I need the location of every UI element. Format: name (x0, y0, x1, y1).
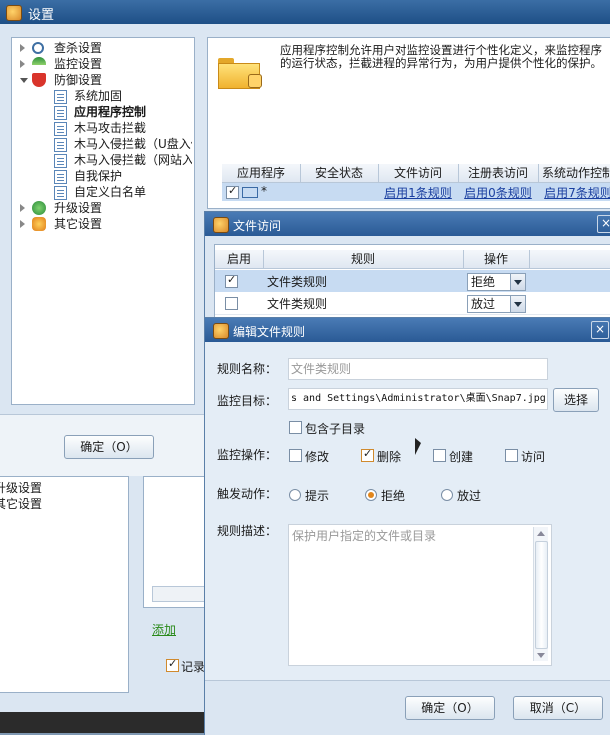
expand-arrow-icon[interactable] (20, 204, 25, 212)
app-shield-icon (213, 217, 229, 233)
folder-icon (218, 54, 262, 89)
rule-action-select[interactable]: 放过 (467, 295, 526, 313)
op-access-checkbox[interactable] (505, 449, 518, 462)
add-link[interactable]: 添加 (152, 621, 176, 638)
tree-item-trojan-web[interactable]: 木马入侵拦截（网站入侵 (54, 152, 192, 168)
tree-item-trojan-usb[interactable]: 木马入侵拦截（U盘入侵 (54, 136, 192, 152)
rule-name-input[interactable]: 文件类规则 (288, 358, 548, 380)
main-window-title: 设置 (28, 8, 55, 23)
rule-description-textarea[interactable]: 保护用户指定的文件或目录 (288, 524, 552, 666)
close-icon[interactable]: × (591, 321, 609, 339)
ok-button[interactable]: 确定（O） (405, 696, 495, 720)
rule-action-select[interactable]: 拒绝 (467, 273, 526, 291)
collapse-arrow-icon[interactable] (20, 78, 28, 83)
edit-file-rule-dialog: 编辑文件规则 × 规则名称： 文件类规则 监控目标： s and Setting… (204, 317, 610, 735)
document-icon (54, 138, 67, 152)
vertical-scrollbar[interactable] (533, 527, 548, 661)
edit-dialog-titlebar[interactable]: 编辑文件规则 × (205, 318, 610, 342)
file-access-rules-link[interactable]: 启用1条规则 (378, 184, 458, 201)
app-control-description: 应用程序控制允许用户对监控设置进行个性化定义，来监控程序的运行状态，拦截进程的异… (280, 43, 602, 70)
monitor-target-input[interactable]: s and Settings\Administrator\桌面\Snap7.jp… (288, 388, 548, 410)
document-icon (54, 106, 67, 120)
expand-arrow-icon[interactable] (20, 44, 25, 52)
umbrella-icon (32, 57, 46, 65)
trigger-allow-radio[interactable] (441, 489, 453, 501)
main-confirm-button[interactable]: 确定（O） (64, 435, 154, 459)
document-icon (54, 90, 67, 104)
row-enable-checkbox[interactable] (226, 184, 239, 199)
document-icon (54, 122, 67, 136)
background-bottom-bar (0, 712, 205, 733)
op-modify-checkbox[interactable] (289, 449, 302, 462)
registry-rules-link[interactable]: 启用0条规则 (458, 184, 538, 201)
system-action-rules-link[interactable]: 启用7条规则 (538, 184, 610, 201)
app-shield-icon (213, 323, 229, 339)
rule-enable-checkbox[interactable] (225, 273, 238, 288)
globe-icon (32, 201, 46, 215)
settings-tree[interactable]: 查杀设置 监控设置 防御设置 系统加固 应用程序控制 木马攻击拦截 木马入侵拦截… (11, 37, 195, 405)
rule-list-header: 启用 规则 操作 (215, 250, 610, 269)
include-subdir-checkbox[interactable] (289, 421, 302, 434)
document-icon (54, 170, 67, 184)
file-access-titlebar[interactable]: 文件访问 × (205, 212, 610, 236)
expand-arrow-icon[interactable] (20, 220, 25, 228)
background-tree: 升级设置 其它设置 (0, 476, 129, 693)
table-row[interactable]: 文件类规则 放过 (215, 292, 610, 315)
trigger-prompt-radio[interactable] (289, 489, 301, 501)
close-icon[interactable]: × (597, 215, 610, 233)
app-control-panel: 应用程序控制允许用户对监控设置进行个性化定义，来监控程序的运行状态，拦截进程的异… (207, 37, 610, 209)
mouse-cursor-icon (415, 438, 421, 455)
table-row[interactable]: 文件类规则 拒绝 (215, 270, 610, 292)
app-table-header: 应用程序 安全状态 文件访问 注册表访问 系统动作控制 (222, 164, 610, 183)
document-icon (54, 154, 67, 168)
table-row[interactable]: * 启用1条规则 启用0条规则 启用7条规则 (222, 183, 610, 201)
select-target-button[interactable]: 选择 (553, 388, 599, 412)
file-access-dialog: 文件访问 × 启用 规则 操作 文件类规则 拒绝 文件类规则 放过 (204, 211, 610, 323)
main-window-titlebar: 设置 (0, 0, 610, 24)
document-icon (54, 186, 67, 200)
scrollbar-thumb[interactable] (535, 541, 548, 649)
record-checkbox[interactable] (166, 657, 179, 672)
chevron-down-icon[interactable] (510, 296, 525, 312)
op-delete-checkbox[interactable] (361, 447, 374, 462)
shield-icon (32, 73, 46, 87)
scroll-up-icon[interactable] (537, 531, 545, 536)
app-shield-icon (6, 5, 22, 21)
magnifier-icon (32, 42, 44, 54)
app-window-icon (242, 187, 258, 198)
expand-arrow-icon[interactable] (20, 60, 25, 68)
trigger-deny-radio[interactable] (365, 489, 377, 501)
cancel-button[interactable]: 取消（C） (513, 696, 603, 720)
rule-list: 启用 规则 操作 文件类规则 拒绝 文件类规则 放过 (214, 244, 610, 322)
puzzle-icon (32, 217, 46, 231)
rule-enable-checkbox[interactable] (225, 297, 238, 310)
background-scrollbar[interactable] (152, 586, 207, 602)
op-create-checkbox[interactable] (433, 449, 446, 462)
chevron-down-icon[interactable] (510, 274, 525, 290)
background-window: 升级设置 其它设置 添加 记录 (0, 476, 207, 716)
scroll-down-icon[interactable] (537, 653, 545, 658)
